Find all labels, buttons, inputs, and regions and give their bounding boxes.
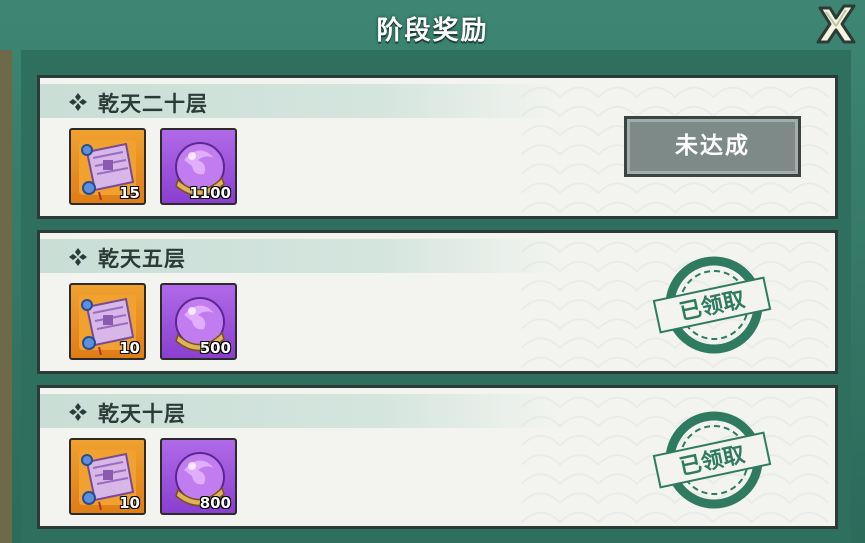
reward-item-scroll[interactable]: 10: [69, 283, 146, 360]
diamond-bullet-icon: [69, 93, 87, 111]
card-header: 乾天二十层: [40, 84, 560, 118]
reward-item-orb[interactable]: 1100: [160, 128, 237, 205]
item-quantity: 1100: [189, 184, 231, 202]
card-header: 乾天五层: [40, 239, 560, 273]
reward-card: 乾天五层 10 500 已领取: [37, 230, 838, 374]
item-quantity: 500: [199, 339, 231, 357]
stage-name: 乾天五层: [98, 247, 186, 271]
reward-item-scroll[interactable]: 15: [69, 128, 146, 205]
reward-card: 乾天二十层 15 1100 未达成: [37, 75, 838, 219]
diamond-bullet-icon: [69, 248, 87, 266]
reward-item-orb[interactable]: 800: [160, 438, 237, 515]
claimed-stamp-icon: 已领取: [652, 411, 772, 509]
item-quantity: 15: [119, 184, 140, 202]
card-header: 乾天十层: [40, 394, 560, 428]
close-icon[interactable]: [812, 2, 860, 46]
item-quantity: 800: [199, 494, 231, 512]
stage-name: 乾天二十层: [98, 92, 208, 116]
reward-dialog: 阶段奖励 乾天二十层 15 1100 未达成 乾天五层 10 500 已领取 乾…: [0, 0, 865, 543]
background-edge: [0, 50, 12, 543]
diamond-bullet-icon: [69, 403, 87, 421]
dialog-title: 阶段奖励: [376, 16, 489, 46]
item-quantity: 10: [119, 494, 140, 512]
reward-item-scroll[interactable]: 10: [69, 438, 146, 515]
item-quantity: 10: [119, 339, 140, 357]
reward-item-orb[interactable]: 500: [160, 283, 237, 360]
not-achieved-button[interactable]: 未达成: [624, 116, 801, 177]
claimed-stamp-icon: 已领取: [652, 256, 772, 354]
reward-card: 乾天十层 10 800 已领取: [37, 385, 838, 529]
stage-name: 乾天十层: [98, 402, 186, 426]
